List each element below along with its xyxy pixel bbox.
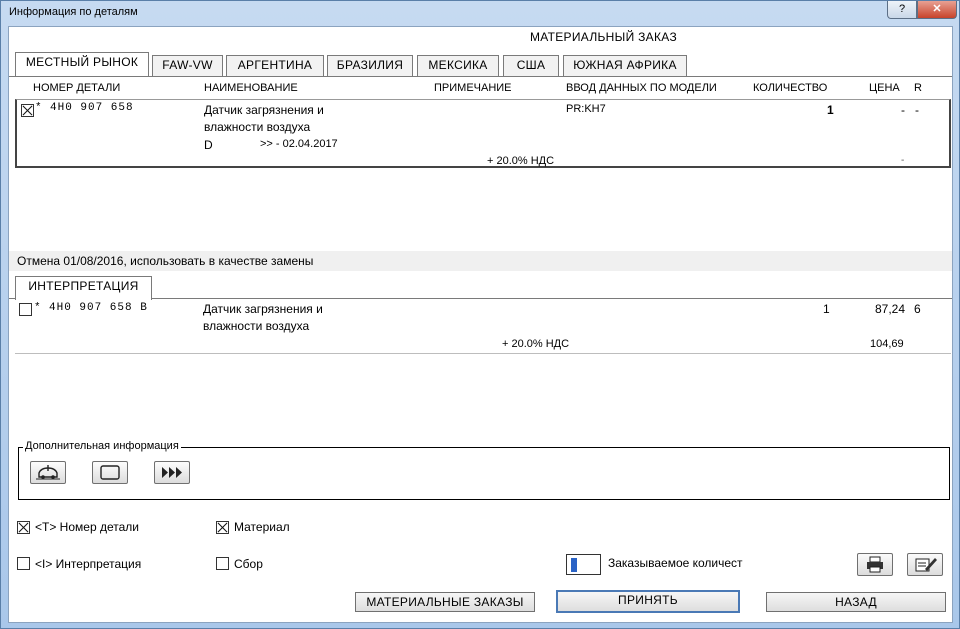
- page-title: МАТЕРИАЛЬНЫЙ ЗАКАЗ: [529, 30, 677, 44]
- tab-local-market[interactable]: МЕСТНЫЙ РЫНОК: [15, 52, 149, 76]
- assembly-checkbox[interactable]: [216, 557, 229, 570]
- print-icon: [867, 556, 883, 573]
- part-vat-price: -: [901, 155, 905, 166]
- part-name-line2: влажности воздуха: [204, 120, 311, 134]
- replacement-row[interactable]: * 4H0 907 658 B Датчик загрязнения и вла…: [9, 299, 952, 353]
- order-quantity-input[interactable]: [566, 554, 601, 575]
- edit-icon: [915, 558, 937, 572]
- replacement-vat: + 20.0% НДС: [502, 338, 570, 350]
- print-button[interactable]: [857, 553, 893, 576]
- col-model-input: ВВОД ДАННЫХ ПО МОДЕЛИ: [566, 82, 717, 94]
- col-quantity: КОЛИЧЕСТВО: [753, 82, 828, 94]
- part-number-option-label: <T> Номер детали: [35, 520, 139, 534]
- part-validity: >> - 02.04.2017: [260, 138, 338, 150]
- help-button[interactable]: ?: [887, 1, 917, 19]
- replacement-part-number: 4H0 907 658 B: [49, 302, 148, 314]
- frame-icon: [100, 465, 120, 480]
- edit-button[interactable]: [907, 553, 943, 576]
- material-checkbox[interactable]: [216, 521, 229, 534]
- replacement-r: 6: [914, 302, 921, 316]
- replacement-name-line2: влажности воздуха: [203, 319, 310, 333]
- tab-interpretation[interactable]: ИНТЕРПРЕТАЦИЯ: [15, 276, 152, 300]
- col-part-no: НОМЕР ДЕТАЛИ: [33, 82, 121, 94]
- part-number-checkbox[interactable]: [17, 521, 30, 534]
- replacement-vat-price: 104,69: [870, 338, 904, 350]
- forward-button[interactable]: [154, 461, 190, 484]
- part-price: -: [901, 103, 905, 117]
- part-vat: + 20.0% НДС: [487, 155, 555, 167]
- selected-part-panel[interactable]: * 4H0 907 658 Датчик загрязнения и влажн…: [15, 99, 951, 168]
- tab-usa[interactable]: США: [503, 55, 559, 76]
- dialog-window: Информация по деталям ? ✕ МАТЕРИАЛЬНЫЙ З…: [0, 0, 960, 629]
- text-caret: [571, 558, 577, 572]
- replacement-star: *: [34, 302, 41, 314]
- col-r: R: [914, 82, 922, 94]
- tab-faw-vw[interactable]: FAW-VW: [152, 55, 223, 76]
- accept-button[interactable]: ПРИНЯТЬ: [556, 590, 740, 613]
- replacement-quantity: 1: [823, 302, 830, 316]
- close-button[interactable]: ✕: [917, 1, 957, 19]
- interpretation-checkbox[interactable]: [17, 557, 30, 570]
- model-input-value: PR:KH7: [566, 103, 606, 115]
- part-r: -: [915, 103, 919, 117]
- material-orders-button[interactable]: МАТЕРИАЛЬНЫЕ ЗАКАЗЫ: [355, 592, 535, 612]
- order-quantity-label: Заказываемое количест: [608, 556, 743, 570]
- title-bar[interactable]: Информация по деталям ? ✕: [1, 1, 959, 25]
- car-info-icon: [36, 465, 60, 480]
- tab-mexico[interactable]: МЕКСИКА: [417, 55, 499, 76]
- additional-info-group: Дополнительная информация: [18, 440, 950, 500]
- window-title: Информация по деталям: [9, 6, 138, 18]
- replacement-name-line1: Датчик загрязнения и: [203, 302, 323, 316]
- row-star: *: [35, 102, 42, 114]
- back-button[interactable]: НАЗАД: [766, 592, 946, 612]
- part-name-line1: Датчик загрязнения и: [204, 103, 324, 117]
- assembly-option-label: Сбор: [234, 557, 263, 571]
- replacement-row-checkbox[interactable]: [19, 303, 32, 316]
- tab-argentina[interactable]: АРГЕНТИНА: [226, 55, 324, 76]
- tab-strip-line: [9, 76, 952, 77]
- replacement-note-bar: Отмена 01/08/2016, использовать в качест…: [9, 251, 952, 271]
- part-quantity: 1: [827, 103, 834, 117]
- forward-arrows-icon: [162, 467, 182, 478]
- tab-brazil[interactable]: БРАЗИЛИЯ: [327, 55, 413, 76]
- part-number: 4H0 907 658: [50, 102, 134, 114]
- col-price: ЦЕНА: [869, 82, 900, 94]
- client-area: МАТЕРИАЛЬНЫЙ ЗАКАЗ МЕСТНЫЙ РЫНОК FAW-VW …: [8, 26, 953, 623]
- part-row-checkbox[interactable]: [21, 104, 34, 117]
- replacement-price: 87,24: [875, 302, 906, 316]
- frame-button[interactable]: [92, 461, 128, 484]
- material-option-label: Материал: [234, 520, 290, 534]
- tab-south-africa[interactable]: ЮЖНАЯ АФРИКА: [563, 55, 687, 76]
- part-code: D: [204, 138, 213, 152]
- row-divider: [15, 353, 951, 354]
- col-note: ПРИМЕЧАНИЕ: [434, 82, 512, 94]
- additional-info-legend: Дополнительная информация: [23, 440, 181, 452]
- col-name: НАИМЕНОВАНИЕ: [204, 82, 298, 94]
- car-info-button[interactable]: [30, 461, 66, 484]
- interpretation-option-label: <I> Интерпретация: [35, 557, 142, 571]
- replacement-note: Отмена 01/08/2016, использовать в качест…: [17, 254, 314, 268]
